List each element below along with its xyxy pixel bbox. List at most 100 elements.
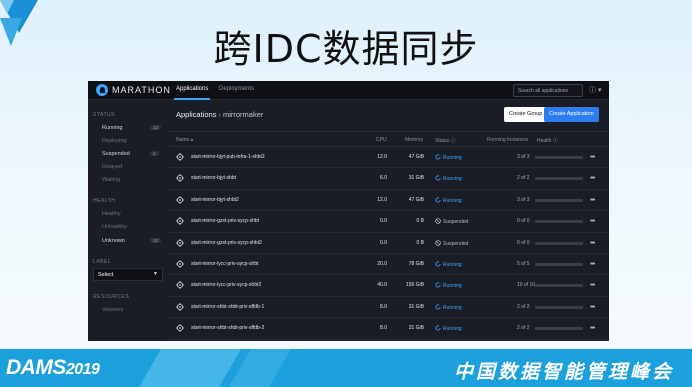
column-running-instances[interactable]: Running Instances [487, 137, 528, 143]
tab-deployments[interactable]: Deployments [219, 86, 254, 92]
app-health-bar [535, 198, 583, 202]
table-header: Name ▴ CPU Memory Status ⓘ Running Insta… [169, 131, 609, 147]
app-name[interactable]: start-mirror-gzst-priv-sycp-shbt2 [191, 240, 262, 246]
more-options-icon[interactable]: ••• [590, 240, 595, 247]
table-row[interactable]: start-mirror-bjyt-pub-infra-1-shbt2 12.0 4… [169, 147, 609, 169]
app-health-bar [535, 284, 583, 288]
marathon-window: MARATHON Applications Deployments Search… [88, 81, 609, 341]
column-memory[interactable]: Memory [405, 137, 423, 143]
app-cpu: 0.0 [380, 239, 387, 246]
help-circle-icon[interactable]: ⓘ ▾ [589, 85, 601, 95]
app-status-label: Running [443, 176, 462, 183]
app-health-bar [535, 156, 583, 159]
app-name[interactable]: start-mirror-gzst-priv-sycp-shbt [191, 218, 259, 224]
more-options-icon[interactable]: ••• [590, 261, 595, 268]
footer-brand-name: DAMS [6, 356, 66, 379]
create-group-button[interactable]: Create Group [504, 107, 548, 122]
app-status: Suspended [435, 239, 468, 248]
sidebar-item-unknown[interactable]: Unknown [102, 238, 125, 244]
table-row[interactable]: start-mirror-gzst-priv-sycp-shbt2 0.0 0 B S… [169, 233, 609, 254]
app-name[interactable]: start-mirror-shbt-shbt-priv-sffdb-1 [191, 304, 264, 310]
brand[interactable]: MARATHON [96, 84, 171, 96]
app-memory: 47 GiB [408, 154, 424, 160]
app-gear-icon [176, 238, 184, 249]
app-gear-icon [176, 259, 184, 270]
sidebar-count-suspended: 2 [150, 151, 159, 156]
column-health[interactable]: Health ⓘ [537, 137, 558, 144]
app-name[interactable]: start-mirror-bjyt-sbbt [191, 175, 236, 181]
label-select-value: Select [98, 272, 114, 278]
app-gear-icon [176, 281, 184, 291]
table-row[interactable]: start-mirror-lycc-priv-sycp-shbt2 40.0 156… [169, 275, 609, 297]
more-options-icon[interactable]: ••• [590, 197, 595, 204]
running-status-icon [435, 325, 443, 333]
sidebar-item-running[interactable]: Running [102, 125, 123, 131]
label-select[interactable]: Select ▼ [93, 268, 163, 281]
app-name[interactable]: start-mirror-lycc-priv-sycp-shbt2 [191, 282, 261, 288]
sidebar-item-delayed[interactable]: Delayed [102, 164, 122, 170]
app-status-label: Running [443, 261, 462, 268]
app-running-instances: 10 of 10 [517, 282, 536, 289]
more-options-icon[interactable]: ••• [590, 325, 595, 332]
app-memory: 0 B [416, 218, 424, 225]
app-memory: 31 GiB [408, 175, 424, 182]
sidebar-item-healthy[interactable]: Healthy [102, 211, 121, 217]
more-options-icon[interactable]: ••• [590, 282, 595, 289]
app-name[interactable]: start-mirror-shbt-shbt-priv-sffdb-2 [191, 325, 264, 331]
footer-year: 2019 [65, 361, 100, 378]
app-cpu: 20.0 [377, 260, 387, 267]
app-health-bar [535, 177, 583, 181]
app-status: Running [435, 282, 462, 290]
create-application-button[interactable]: Create Application [544, 107, 599, 122]
table-row[interactable]: start-mirror-lycc-priv-sycp-shbt 20.0 78 G… [169, 254, 609, 276]
slide-title: 跨IDC数据同步 [213, 27, 479, 71]
sidebar-item-volumes[interactable]: Volumes [102, 307, 123, 313]
more-options-icon[interactable]: ••• [590, 304, 595, 311]
app-running-instances: 3 of 3 [517, 196, 530, 203]
table-row[interactable]: start-mirror-shbt-shbt-priv-sffdb-2 8.0 31… [169, 318, 609, 340]
table-row[interactable]: start-mirror-gzst-priv-sycp-shbt 0.0 0 B Su… [169, 211, 609, 233]
running-status-icon [435, 154, 443, 162]
table-row[interactable]: start-mirror-bjyt-shbt2 12.0 47 GiB Running… [169, 190, 609, 212]
app-health-bar [535, 241, 583, 245]
app-status: Running [435, 154, 462, 162]
more-options-icon[interactable]: ••• [590, 154, 595, 161]
chevron-right-icon: › [218, 110, 221, 119]
table-row[interactable]: start-mirror-bjyt-sbbt 6.0 31 GiB Running 2 … [169, 168, 609, 190]
footer-tagline: 中国数据智能管理峰会 [453, 361, 674, 383]
breadcrumb-leaf: mirrormaker [222, 110, 264, 119]
app-status-label: Running [443, 326, 462, 333]
sidebar-item-unhealthy[interactable]: Unhealthy [102, 224, 127, 230]
column-name[interactable]: Name ▴ [176, 137, 193, 143]
running-status-icon [435, 175, 443, 183]
suspended-status-icon [435, 239, 443, 248]
tab-applications[interactable]: Applications [173, 86, 211, 100]
breadcrumb-root[interactable]: Applications [176, 110, 216, 119]
app-memory: 156 GiB [405, 282, 424, 289]
sidebar-item-waiting[interactable]: Waiting [102, 177, 120, 183]
app-status-label: Running [443, 155, 462, 161]
more-options-icon[interactable]: ••• [590, 218, 595, 225]
marathon-logo-icon [96, 84, 108, 96]
app-status: Running [435, 325, 462, 333]
main-content: Applications › mirrormaker Create Group Cr… [169, 101, 609, 341]
applications-table: Name ▴ CPU Memory Status ⓘ Running Insta… [169, 131, 609, 340]
column-cpu[interactable]: CPU [376, 137, 387, 143]
sidebar-item-deploying[interactable]: Deploying [102, 138, 126, 144]
app-status: Running [435, 175, 462, 183]
more-options-icon[interactable]: ••• [590, 175, 595, 182]
app-name[interactable]: start-mirror-bjyt-shbt2 [191, 197, 239, 203]
running-status-icon [435, 260, 443, 269]
table-row[interactable]: start-mirror-shbt-shbt-priv-sffdb-1 8.0 31… [169, 297, 609, 319]
sidebar-heading-health: HEALTH [93, 198, 116, 204]
app-gear-icon [176, 302, 184, 313]
app-name[interactable]: start-mirror-lycc-priv-sycp-shbt [191, 261, 259, 267]
search-input[interactable]: Search all applications [513, 84, 583, 97]
app-memory: 0 B [416, 239, 424, 246]
column-status[interactable]: Status ⓘ [435, 137, 456, 144]
app-name[interactable]: start-mirror-bjyt-pub-infra-1-shbt2 [191, 154, 265, 160]
footer-brand: DAMS2019 [6, 356, 100, 380]
app-status-label: Running [443, 304, 462, 311]
app-gear-icon [176, 217, 184, 227]
sidebar-item-suspended[interactable]: Suspended [102, 151, 130, 157]
